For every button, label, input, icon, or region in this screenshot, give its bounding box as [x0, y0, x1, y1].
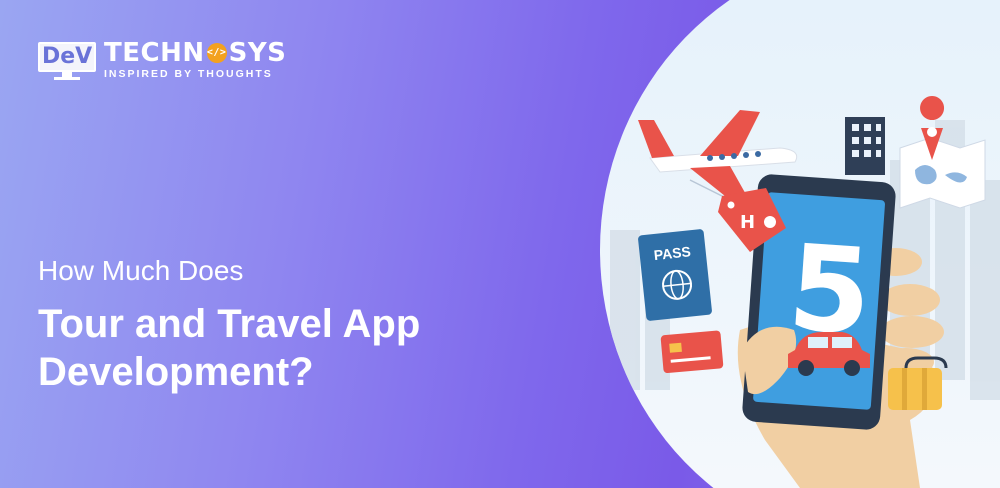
headline-title: Tour and Travel App Development?	[38, 300, 598, 396]
logo-brand-end: SYS	[228, 38, 287, 68]
travel-illustration: PASS 5 H	[590, 0, 1000, 488]
logo[interactable]: DeV TECHN </> SYS INSPIRED BY THOUGHTS	[36, 40, 286, 80]
logo-tagline: INSPIRED BY THOUGHTS	[104, 68, 273, 80]
logo-text: TECHN </> SYS INSPIRED BY THOUGHTS	[104, 40, 286, 80]
headline-eyebrow: How Much Does	[38, 255, 244, 286]
credit-card-icon	[660, 330, 724, 374]
logo-brand: TECHN </> SYS	[104, 40, 286, 66]
logo-mark-text: DeV	[42, 44, 93, 69]
passport-icon: PASS	[638, 229, 712, 321]
banner: DeV TECHN </> SYS INSPIRED BY THOUGHTS How…	[0, 0, 1000, 488]
logo-brand-start: TECHN	[104, 38, 205, 68]
headline-line-2: Development?	[38, 350, 314, 394]
logo-monitor-icon: DeV	[36, 40, 98, 80]
headline-line-1: Tour and Travel App	[38, 302, 421, 346]
logo-code-icon: </>	[206, 43, 227, 63]
building-icon	[845, 117, 885, 175]
hotel-tag-letter: H	[740, 212, 755, 233]
